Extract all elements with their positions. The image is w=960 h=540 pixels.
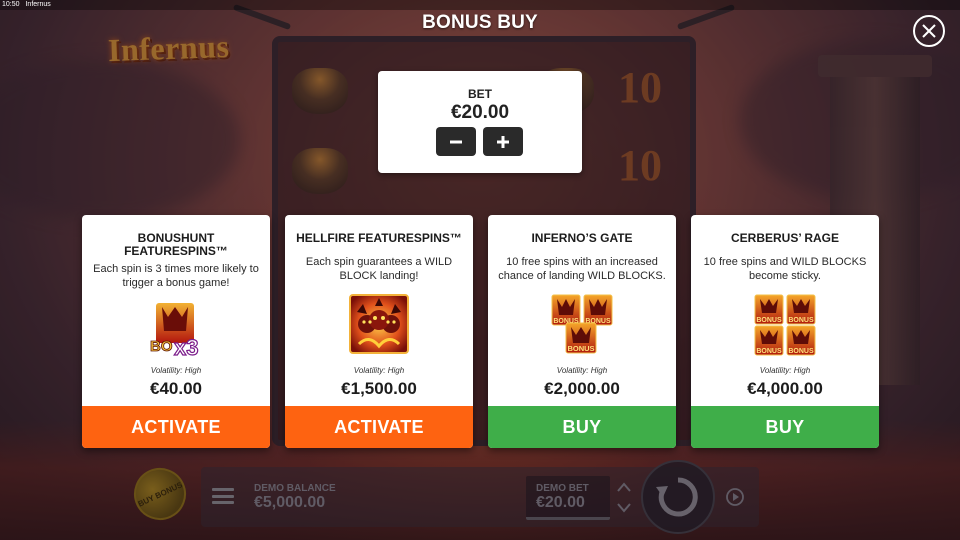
bet-controls (436, 127, 523, 156)
art-text-x3: x3 (174, 335, 198, 357)
buy-button[interactable]: BUY (691, 406, 879, 448)
card-volatility: Volatility: High (556, 366, 608, 375)
activate-button[interactable]: ACTIVATE (285, 406, 473, 448)
card-volatility: Volatility: High (353, 366, 405, 375)
bet-panel: BET €20.00 (378, 71, 582, 173)
card-description: Each spin is 3 times more likely to trig… (93, 263, 259, 289)
bonus-x3-icon: BO x3 (150, 303, 199, 357)
card-price: €40.00 (150, 379, 202, 398)
close-icon (922, 24, 936, 38)
art-text-bo: BO (150, 338, 173, 355)
cerberus-wild-icon (349, 294, 409, 354)
art-bonus-text: BONUS (756, 348, 782, 355)
card-title: INFERNO’S GATE (531, 231, 633, 245)
bet-label: BET (468, 87, 492, 101)
card-volatility: Volatility: High (150, 366, 202, 375)
close-button[interactable] (913, 15, 945, 47)
status-bar: 10:50 Infernus (0, 0, 960, 10)
card-price: €1,500.00 (341, 379, 417, 398)
card-volatility: Volatility: High (759, 366, 811, 375)
card-description: Each spin guarantees a WILD BLOCK landin… (305, 256, 453, 282)
art-bonus-text: BONUS (788, 348, 814, 355)
decrease-bet-button[interactable] (436, 127, 476, 156)
card-price: €2,000.00 (544, 379, 620, 398)
status-app-name: Infernus (25, 1, 51, 8)
art-bonus-text: BONUS (788, 317, 814, 324)
status-time: 10:50 (2, 1, 20, 8)
card-description: 10 free spins and WILD BLOCKS become sti… (703, 256, 867, 282)
increase-bet-button[interactable] (483, 127, 523, 156)
buy-button[interactable]: BUY (488, 406, 676, 448)
activate-button[interactable]: ACTIVATE (82, 406, 270, 448)
four-bonus-symbols-icon: BONUS BONUS BONUS BONUS (754, 294, 816, 356)
bet-value: €20.00 (450, 102, 510, 123)
plus-icon (497, 135, 509, 148)
card-title: CERBERUS’ RAGE (730, 231, 840, 245)
art-bonus-text: BONUS (567, 344, 594, 353)
card-title: BONUSHUNT FEATURESPINS™ (124, 231, 228, 258)
bonus-card-hellfire: HELLFIRE FEATURESPINS™ Each spin guarant… (285, 215, 473, 448)
card-price: €4,000.00 (747, 379, 823, 398)
bonus-card-bonushunt: BONUSHUNT FEATURESPINS™ Each spin is 3 t… (82, 215, 270, 448)
bonus-card-cerberus-rage: CERBERUS’ RAGE 10 free spins and WILD BL… (691, 215, 879, 448)
bonus-card-infernos-gate: INFERNO’S GATE 10 free spins with an inc… (488, 215, 676, 448)
three-bonus-symbols-icon: BONUS BONUS BONUS (551, 294, 613, 354)
minus-icon (450, 140, 462, 143)
card-title: HELLFIRE FEATURESPINS™ (296, 231, 462, 245)
card-description: 10 free spins with an increased chance o… (498, 256, 666, 282)
modal-title: BONUS BUY (422, 12, 538, 33)
art-bonus-text: BONUS (756, 317, 782, 324)
